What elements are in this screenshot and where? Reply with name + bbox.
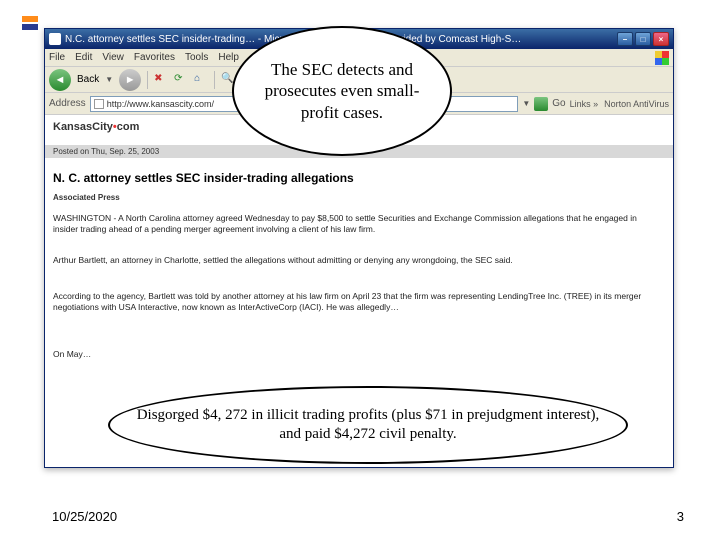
menu-tools[interactable]: Tools xyxy=(185,52,208,63)
callout-text: The SEC detects and prosecutes even smal… xyxy=(256,59,428,123)
minimize-button[interactable]: – xyxy=(617,32,633,46)
go-label: Go xyxy=(552,98,565,109)
address-label: Address xyxy=(49,98,86,109)
logo-right: com xyxy=(117,121,140,133)
article-paragraph: Arthur Bartlett, an attorney in Charlott… xyxy=(53,255,663,266)
slide-date: 10/25/2020 xyxy=(52,509,117,524)
slide-number: 3 xyxy=(677,509,684,524)
toolbar-separator xyxy=(214,71,215,89)
article-headline: N. C. attorney settles SEC insider-tradi… xyxy=(53,171,354,185)
article-paragraph: WASHINGTON - A North Carolina attorney a… xyxy=(53,213,663,236)
back-button[interactable]: ◄ xyxy=(49,69,71,91)
links-label[interactable]: Links » xyxy=(570,99,599,109)
maximize-button[interactable]: □ xyxy=(635,32,651,46)
page-icon xyxy=(49,33,61,45)
chevron-down-icon[interactable]: ▼ xyxy=(522,99,530,108)
toolbar-separator xyxy=(147,71,148,89)
menu-view[interactable]: View xyxy=(102,52,124,63)
close-button[interactable]: × xyxy=(653,32,669,46)
forward-button[interactable]: ► xyxy=(119,69,141,91)
back-chevron-icon[interactable]: ▼ xyxy=(105,75,113,84)
page-icon xyxy=(94,99,104,109)
slide-accent xyxy=(22,16,38,30)
address-url: http://www.kansascity.com/ xyxy=(107,99,214,109)
refresh-icon[interactable]: ⟳ xyxy=(174,73,188,87)
logo-left: KansasCity xyxy=(53,121,113,133)
callout-bottom: Disgorged $4, 272 in illicit trading pro… xyxy=(108,386,628,464)
site-logo[interactable]: KansasCity•com xyxy=(53,121,139,133)
menu-help[interactable]: Help xyxy=(218,52,239,63)
callout-text: Disgorged $4, 272 in illicit trading pro… xyxy=(132,406,604,444)
stop-icon[interactable]: ✖ xyxy=(154,73,168,87)
menu-file[interactable]: File xyxy=(49,52,65,63)
menu-edit[interactable]: Edit xyxy=(75,52,92,63)
article-paragraph: According to the agency, Bartlett was to… xyxy=(53,291,663,314)
home-icon[interactable]: ⌂ xyxy=(194,73,208,87)
article-byline: Associated Press xyxy=(53,193,120,202)
callout-top: The SEC detects and prosecutes even smal… xyxy=(232,26,452,156)
windows-logo-icon xyxy=(655,51,669,65)
article-paragraph: On May… xyxy=(53,349,663,360)
go-button[interactable] xyxy=(534,97,548,111)
back-label: Back xyxy=(77,74,99,85)
menu-favorites[interactable]: Favorites xyxy=(134,52,175,63)
norton-label: Norton AntiVirus xyxy=(604,99,669,109)
